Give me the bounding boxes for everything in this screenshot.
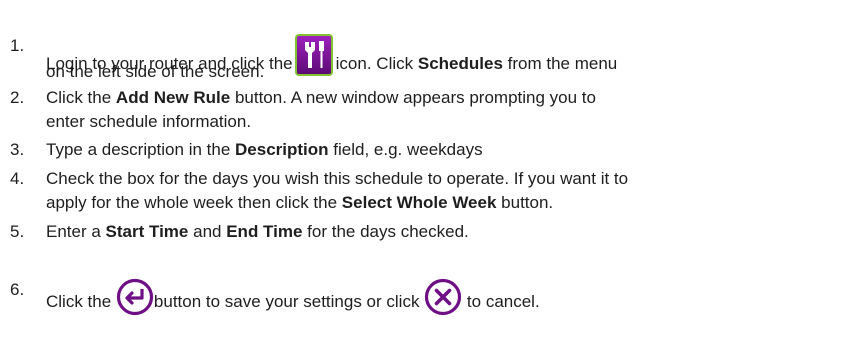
step-text: Enter a Start Time and End Time for the … bbox=[46, 222, 469, 241]
step-text: Type a description in the Description fi… bbox=[46, 140, 483, 159]
step-text-line2: apply for the whole week then click the … bbox=[46, 193, 554, 212]
step-number: 6. bbox=[10, 280, 25, 299]
save-arrow-icon bbox=[116, 278, 154, 316]
step-text: Click the Add New Rule button. A new win… bbox=[46, 88, 596, 107]
instruction-list: 1. Login to your router and click the ic… bbox=[0, 0, 858, 344]
step-number: 2. bbox=[10, 88, 25, 107]
step-number: 1. bbox=[10, 36, 25, 55]
step-number: 5. bbox=[10, 222, 25, 241]
step-number: 4. bbox=[10, 169, 25, 188]
step-number: 3. bbox=[10, 140, 25, 159]
cancel-x-icon bbox=[424, 278, 462, 316]
tools-icon bbox=[294, 34, 333, 76]
step-text-line2: on the left side of the screen. bbox=[46, 62, 265, 81]
step-text: Click the button to save your settings o… bbox=[46, 278, 540, 316]
step-text: Check the box for the days you wish this… bbox=[46, 169, 629, 188]
step-6: 6. Click the button to save your setting… bbox=[10, 260, 850, 316]
step-text-line2: enter schedule information. bbox=[46, 112, 252, 131]
